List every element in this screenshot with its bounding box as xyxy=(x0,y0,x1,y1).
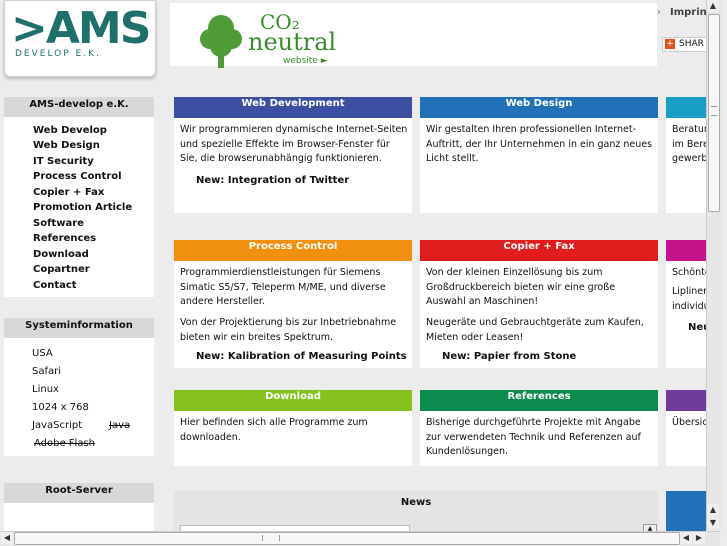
card-web-design: Web Design Wir gestalten Ihren professio… xyxy=(420,97,658,213)
news-box: News ▲ xyxy=(174,491,658,533)
card-partial-promotion: Schönte Lipliner, individue Neu xyxy=(666,240,706,368)
card-news-link[interactable]: New: Papier from Stone xyxy=(442,351,576,362)
card-news-link[interactable]: Neu xyxy=(688,322,706,333)
card-line: individue xyxy=(672,300,706,312)
card-text: Wir programmieren dynamische Internet-Se… xyxy=(180,124,408,164)
card-process-control: Process Control Programmierdienstleistun… xyxy=(174,240,412,368)
card-partial-consulting: Beratun im Bere gewerbl xyxy=(666,97,706,213)
card-title[interactable]: Copier + Fax xyxy=(420,240,658,261)
sysinfo-java: Java xyxy=(109,420,131,431)
card-text: Programmierdienstleistungen für Siemens … xyxy=(180,267,386,307)
share-label: SHAR xyxy=(679,39,704,49)
grip-icon xyxy=(262,535,280,541)
card-copier-fax: Copier + Fax Von der kleinen Einzellösun… xyxy=(420,240,658,368)
card-title[interactable] xyxy=(666,240,706,261)
card-title[interactable]: Download xyxy=(174,390,412,411)
card-text: Übersic xyxy=(672,417,706,428)
card-web-development: Web Development Wir programmieren dynami… xyxy=(174,97,412,213)
sidebar-item-process-control[interactable]: Process Control xyxy=(33,171,122,182)
sidebar-item-contact[interactable]: Contact xyxy=(33,280,77,291)
card-partial-blue xyxy=(666,491,706,531)
card-references: References Bisherige durchgeführte Proje… xyxy=(420,390,658,466)
card-line: Beratun xyxy=(672,124,706,135)
sidebar-item-web-design[interactable]: Web Design xyxy=(33,140,100,151)
card-news-link[interactable]: New: Kalibration of Measuring Points xyxy=(196,351,407,362)
card-line: gewerbl xyxy=(672,153,706,164)
sidebar-company-title: AMS-develop e.K. xyxy=(4,97,154,117)
card-title[interactable] xyxy=(666,390,706,411)
sysinfo-box: USA Safari Linux 1024 x 768 JavaScript J… xyxy=(4,338,154,456)
horizontal-scroll-thumb[interactable] xyxy=(14,532,680,545)
sidebar-item-copier-fax[interactable]: Copier + Fax xyxy=(33,187,104,198)
card-text: Bisherige durchgeführte Projekte mit Ang… xyxy=(426,417,641,457)
card-partial-overview: Übersic xyxy=(666,390,706,466)
scroll-down-icon[interactable]: ▼ xyxy=(707,517,719,529)
logo-subtitle: DEVELOP E.K. xyxy=(15,49,101,59)
card-text: Wir gestalten Ihren professionellen Inte… xyxy=(426,124,653,164)
sidebar-item-software[interactable]: Software xyxy=(33,218,84,229)
card-text: Beratun im Bere gewerbl xyxy=(672,123,706,167)
root-server-box xyxy=(4,503,154,531)
website-label: website ► xyxy=(283,56,328,66)
card-title[interactable]: References xyxy=(420,390,658,411)
share-plus-icon: + xyxy=(665,39,675,49)
sysinfo-flash: Adobe Flash xyxy=(34,438,96,449)
sidebar-nav: Web Develop Web Design IT Security Proce… xyxy=(4,117,154,297)
card-text: Schönte Lipliner, individue xyxy=(672,266,706,314)
scroll-left-icon[interactable]: ◀ xyxy=(680,532,692,544)
scroll-up-icon[interactable]: ▲ xyxy=(707,0,719,12)
sysinfo-browser: Safari xyxy=(32,366,62,377)
card-title[interactable]: Web Design xyxy=(420,97,658,118)
scroll-left-icon[interactable]: ◀ xyxy=(1,532,13,544)
root-server-title: Root-Server xyxy=(4,483,154,503)
card-text: Von der kleinen Einzellösung bis zum Gro… xyxy=(426,267,616,307)
logo[interactable]: >AMS DEVELOP E.K. xyxy=(4,0,156,77)
card-download: Download Hier befinden sich alle Program… xyxy=(174,390,412,466)
sidebar-item-promotion-article[interactable]: Promotion Article xyxy=(33,202,132,213)
neutral-label: neutral xyxy=(248,28,337,56)
logo-text: >AMS xyxy=(11,3,151,54)
card-line: Lipliner, xyxy=(672,286,706,297)
card-text: Von der Projektierung bis zur Inbetriebn… xyxy=(180,317,397,343)
card-text: Hier befinden sich alle Programme zum do… xyxy=(180,417,368,443)
card-line: im Bere xyxy=(672,138,706,150)
sidebar-item-web-develop[interactable]: Web Develop xyxy=(33,125,107,136)
card-text: Neugeräte und Gebrauchtgeräte zum Kaufen… xyxy=(426,317,644,343)
card-line: Schönte xyxy=(672,267,706,278)
sidebar-item-references[interactable]: References xyxy=(33,233,96,244)
news-title: News xyxy=(400,497,432,508)
chevron-right-icon: › xyxy=(657,7,661,18)
sidebar-item-copartner[interactable]: Copartner xyxy=(33,264,90,275)
grip-icon xyxy=(711,106,717,116)
scroll-up-icon[interactable]: ▲ xyxy=(707,504,719,516)
card-title[interactable]: Process Control xyxy=(174,240,412,261)
scroll-right-icon[interactable]: ▶ xyxy=(693,532,705,544)
sysinfo-country: USA xyxy=(32,348,53,359)
sysinfo-title: Systeminformation xyxy=(4,318,154,338)
sysinfo-resolution: 1024 x 768 xyxy=(32,402,89,413)
card-news-link[interactable]: New: Integration of Twitter xyxy=(196,175,349,186)
sidebar-item-it-security[interactable]: IT Security xyxy=(33,156,94,167)
sysinfo-javascript: JavaScript xyxy=(32,420,83,431)
sysinfo-os: Linux xyxy=(32,384,59,395)
tree-icon xyxy=(200,15,242,68)
sidebar-item-download[interactable]: Download xyxy=(33,249,89,260)
card-title[interactable]: Web Development xyxy=(174,97,412,118)
card-title[interactable] xyxy=(666,97,706,118)
